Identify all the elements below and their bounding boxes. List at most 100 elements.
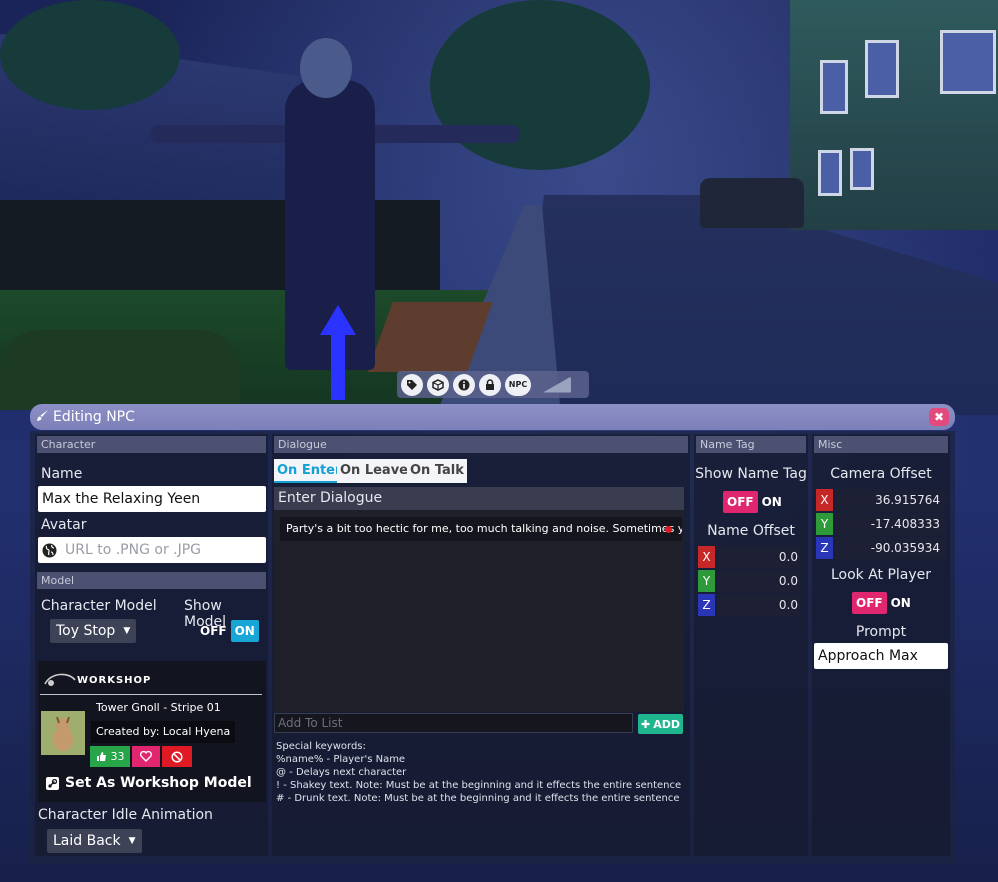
name-tag-column: Name Tag Show Name Tag OFF ON Name Offse… [694,434,808,856]
dialogue-list-panel: Enter Dialogue Party's a bit too hectic … [274,487,684,712]
name-offset-x: X 0.0 [698,546,802,568]
caret-down-icon: ▼ [128,836,136,846]
window-pane [865,40,899,98]
add-button-label: ADD [653,717,680,731]
keyword-name: %name% - Player's Name [276,754,406,765]
name-offset-label: Name Offset [707,523,795,539]
window-pane [820,60,848,114]
workshop-thumbnail[interactable] [41,711,85,755]
z-axis-badge: Z [698,594,715,616]
name-offset-z-value[interactable]: 0.0 [717,594,800,616]
idle-animation-dropdown[interactable]: Laid Back ▼ [47,829,142,853]
idle-animation-value: Laid Back [53,833,121,849]
block-button[interactable] [162,746,192,767]
prompt-input[interactable]: Approach Max [814,643,948,669]
info-icon[interactable] [453,373,475,396]
window-titlebar[interactable]: Editing NPC ✖ [30,404,955,430]
show-model-off[interactable]: OFF [196,620,231,642]
tab-on-leave[interactable]: On Leave [337,459,411,483]
thumbs-up-icon [96,751,107,762]
dialogue-tabs: On Enter On Leave On Talk [274,459,690,485]
camera-offset-z-value[interactable]: -90.035934 [835,537,946,559]
misc-column: Misc Camera Offset X 36.915764 Y -17.408… [812,434,950,856]
camera-offset-x-value[interactable]: 36.915764 [835,489,946,511]
x-axis-badge: X [816,489,833,511]
caret-down-icon: ▼ [123,626,131,636]
lock-icon[interactable] [479,373,501,396]
prompt-label: Prompt [855,624,907,640]
camera-offset-label: Camera Offset [830,466,932,482]
dialogue-entry[interactable]: Party's a bit too hectic for me, too muc… [280,517,682,541]
camera-offset-z: Z -90.035934 [816,537,946,559]
cube-icon[interactable] [427,373,449,396]
avatar-url-input[interactable]: URL to .PNG or .JPG [38,537,266,563]
ban-icon [171,750,183,763]
look-at-player-toggle[interactable]: OFF ON [852,592,915,614]
gizmo-arrow[interactable] [331,330,345,400]
window-pane [818,150,842,196]
dialogue-column: Dialogue On Enter On Leave On Talk Enter… [272,434,690,856]
dialogue-header: Dialogue [274,436,688,453]
hedge [0,330,240,410]
show-name-tag-label: Show Name Tag [695,466,807,482]
remove-entry-icon[interactable] [665,526,672,533]
add-button[interactable]: ✚ ADD [638,714,683,734]
set-workshop-model-label: Set As Workshop Model [65,775,252,791]
name-offset-z: Z 0.0 [698,594,802,616]
npc-icon-label: NPC [508,380,528,389]
name-tag-off[interactable]: OFF [723,491,758,513]
special-keywords: Special keywords: %name% - Player's Name… [276,740,686,805]
npc-icon[interactable]: NPC [505,373,531,396]
show-model-toggle[interactable]: OFF ON [196,620,259,642]
workshop-logo-text: WORKSHOP [77,674,152,686]
enter-dialogue-label: Enter Dialogue [274,487,684,510]
close-button[interactable]: ✖ [929,408,949,426]
editing-npc-window: Editing NPC ✖ Character Name Max the Rel… [30,404,955,864]
y-axis-badge: Y [816,513,833,535]
character-model-dropdown[interactable]: Toy Stop ▼ [50,619,137,643]
terrain-icon[interactable] [543,376,571,393]
misc-header: Misc [814,436,948,453]
x-axis-badge: X [698,546,715,568]
workshop-logo-icon [44,673,76,686]
camera-offset-y-value[interactable]: -17.408333 [835,513,946,535]
npc-toolstrip: NPC [397,371,589,398]
tab-on-enter[interactable]: On Enter [274,459,345,483]
heart-icon [140,751,152,762]
tree [430,0,650,170]
model-header: Model [37,572,266,589]
tree [0,0,180,110]
name-tag-on[interactable]: ON [758,491,786,513]
name-offset-y-value[interactable]: 0.0 [717,570,800,592]
window-body: Character Name Max the Relaxing Yeen Ava… [30,431,955,864]
character-column: Character Name Max the Relaxing Yeen Ava… [35,434,268,856]
tab-on-talk[interactable]: On Talk [407,459,467,483]
name-offset-x-value[interactable]: 0.0 [717,546,800,568]
window-pane [850,148,874,190]
tag-icon[interactable] [401,373,423,396]
house-right [790,0,998,230]
name-tag-header: Name Tag [696,436,806,453]
set-workshop-model-button[interactable]: Set As Workshop Model [46,775,252,791]
workshop-logo: WORKSHOP [43,667,151,693]
look-at-player-off[interactable]: OFF [852,592,887,614]
name-input[interactable]: Max the Relaxing Yeen [38,486,266,512]
close-icon: ✖ [933,410,945,424]
look-at-player-on[interactable]: ON [887,592,915,614]
npc-head [300,38,352,98]
avatar-label: Avatar [41,517,87,533]
z-axis-badge: Z [816,537,833,559]
workshop-card: WORKSHOP Tower Gnoll - Stripe 01 Created… [38,661,266,802]
name-offset-y: Y 0.0 [698,570,802,592]
like-button[interactable]: 33 [90,746,130,767]
show-name-tag-toggle[interactable]: OFF ON [723,491,786,513]
parked-car [700,178,804,228]
camera-offset-x: X 36.915764 [816,489,946,511]
workshop-item-name: Tower Gnoll - Stripe 01 [96,701,221,714]
favorite-button[interactable] [132,746,160,767]
show-model-on[interactable]: ON [230,620,259,642]
steam-icon [46,776,59,790]
add-to-list-input[interactable]: Add To List [274,713,633,733]
camera-offset-y: Y -17.408333 [816,513,946,535]
window-title: Editing NPC [53,409,135,425]
